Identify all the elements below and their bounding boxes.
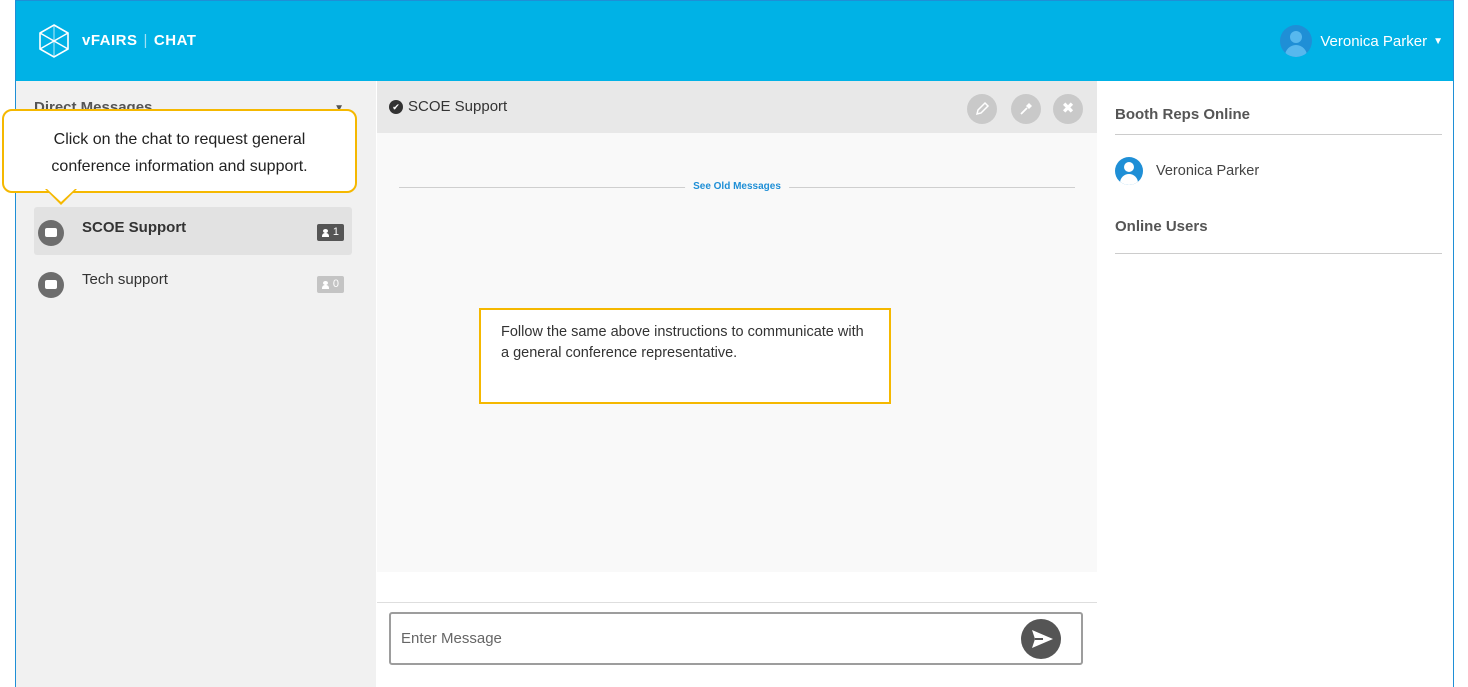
section-divider	[1115, 134, 1442, 135]
booth-reps-title: Booth Reps Online	[1115, 106, 1250, 123]
user-menu[interactable]: Veronica Parker ▼	[1280, 25, 1443, 57]
check-circle-icon: ✔	[389, 99, 403, 114]
instruction-callout: Follow the same above instructions to co…	[479, 308, 891, 404]
member-count-badge: 0	[316, 276, 344, 293]
tooltip-pointer-fill	[47, 189, 75, 202]
close-chat-button[interactable]: ✖	[1053, 94, 1083, 124]
chat-header: ✔ SCOE Support ✖	[377, 81, 1097, 133]
room-name: Tech support	[82, 271, 168, 288]
brand-name: vFAIRS	[82, 32, 138, 49]
edit-pencil-button[interactable]	[967, 94, 997, 124]
pencil-icon	[975, 101, 990, 116]
app-brand: vFAIRS | CHAT	[82, 32, 196, 49]
chevron-down-icon: ▼	[1433, 35, 1443, 47]
person-icon	[321, 280, 329, 289]
brand-separator: |	[143, 32, 148, 49]
close-icon: ✖	[1061, 100, 1075, 117]
booth-rep-item[interactable]: Veronica Parker	[1115, 157, 1259, 185]
instruction-tooltip: Click on the chat to request general con…	[2, 109, 357, 193]
room-item-tech-support[interactable]: Tech support 0	[34, 259, 352, 307]
member-count: 0	[332, 278, 339, 290]
member-count-badge: 1	[316, 224, 344, 241]
person-icon	[321, 228, 329, 237]
eyedropper-icon	[1020, 103, 1032, 115]
section-divider	[1115, 253, 1442, 254]
product-name: CHAT	[153, 32, 197, 49]
user-avatar-icon	[1280, 25, 1313, 57]
chat-panel: ✔ SCOE Support ✖ See Old Messages Follow…	[377, 81, 1097, 687]
chat-title: ✔ SCOE Support	[389, 98, 507, 115]
chat-bubble-icon	[38, 266, 64, 298]
tooltip-line-2: conference information and support.	[51, 158, 308, 175]
send-arrow-icon	[1032, 630, 1053, 648]
member-count: 1	[332, 226, 339, 238]
cube-logo-icon	[39, 24, 69, 58]
room-item-scoe-support[interactable]: SCOE Support 1	[34, 207, 352, 255]
user-name: Veronica Parker	[1320, 32, 1428, 50]
eyedropper-button[interactable]	[1011, 94, 1041, 124]
see-old-messages-divider: See Old Messages	[399, 181, 1075, 195]
user-avatar-icon	[1115, 157, 1143, 185]
tooltip-line-1: Click on the chat to request general	[53, 131, 306, 148]
online-users-title: Online Users	[1115, 218, 1208, 235]
message-composer	[377, 572, 1097, 687]
chat-title-text: SCOE Support	[408, 98, 508, 115]
online-panel: Booth Reps Online Veronica Parker Online…	[1097, 81, 1453, 687]
chat-bubble-icon	[38, 214, 64, 246]
see-old-messages-link[interactable]: See Old Messages	[685, 181, 789, 192]
send-button[interactable]	[1021, 619, 1061, 659]
composer-divider	[377, 602, 1097, 603]
room-name: SCOE Support	[82, 219, 187, 236]
message-input[interactable]	[389, 612, 1083, 665]
chat-window: vFAIRS | CHAT Veronica Parker ▼ Direct Mes…	[15, 0, 1454, 687]
top-bar: vFAIRS | CHAT Veronica Parker ▼	[16, 1, 1453, 81]
rep-name: Veronica Parker	[1156, 163, 1260, 179]
